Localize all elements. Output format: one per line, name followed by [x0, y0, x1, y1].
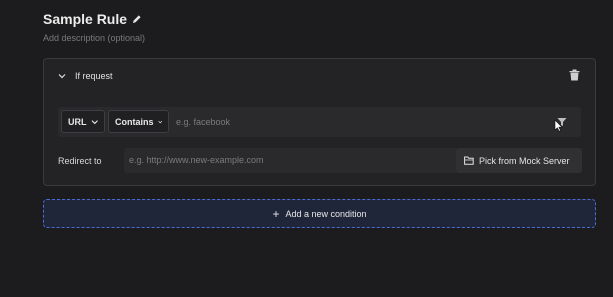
- trash-icon[interactable]: [569, 69, 580, 81]
- rule-title-row[interactable]: Sample Rule: [43, 11, 142, 27]
- add-condition-label: Add a new condition: [285, 208, 367, 219]
- condition-card: If request URL Contains e.g. facebook Re…: [43, 58, 596, 186]
- match-value-input[interactable]: e.g. facebook: [176, 113, 536, 131]
- chevron-down-icon[interactable]: [58, 72, 66, 80]
- source-key-select[interactable]: URL: [61, 110, 105, 133]
- chevron-down-icon: [157, 120, 162, 123]
- condition-header[interactable]: If request: [58, 71, 113, 81]
- pick-from-mock-server-button[interactable]: Pick from Mock Server: [456, 148, 582, 173]
- description-field[interactable]: Add description (optional): [43, 33, 145, 43]
- folder-open-icon: [464, 156, 474, 165]
- chevron-down-icon: [91, 119, 98, 124]
- redirect-label: Redirect to: [58, 156, 102, 166]
- match-row: URL Contains e.g. facebook: [58, 107, 581, 137]
- add-condition-button[interactable]: + Add a new condition: [43, 199, 596, 228]
- plus-icon: +: [272, 206, 280, 221]
- mock-button-label: Pick from Mock Server: [479, 155, 570, 166]
- operator-select[interactable]: Contains: [108, 110, 169, 133]
- mouse-cursor-icon: [554, 119, 563, 132]
- rule-editor-page: Sample Rule Add description (optional) I…: [0, 0, 613, 297]
- operator-value: Contains: [115, 116, 154, 127]
- source-key-value: URL: [68, 116, 87, 127]
- pencil-icon[interactable]: [132, 14, 142, 24]
- rule-title: Sample Rule: [43, 11, 128, 27]
- condition-header-label: If request: [75, 71, 113, 81]
- redirect-url-input[interactable]: e.g. http://www.new-example.com: [124, 148, 458, 173]
